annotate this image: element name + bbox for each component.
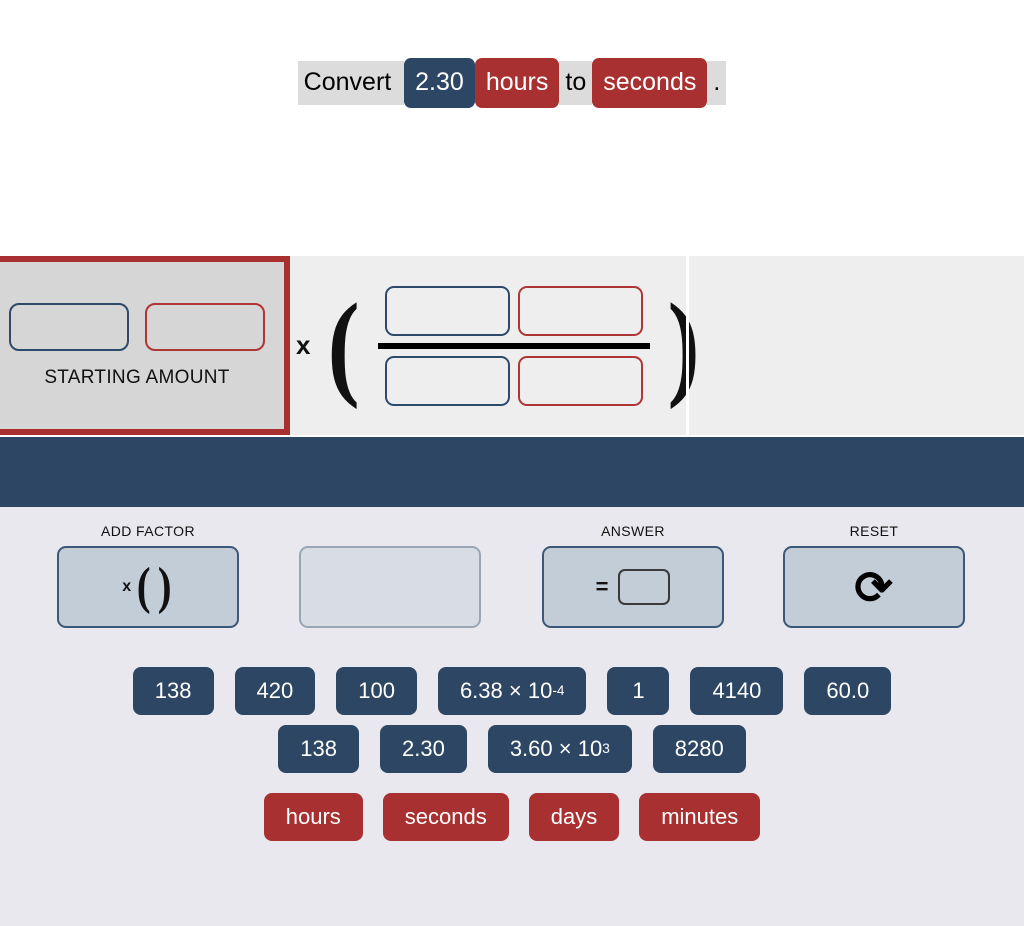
empty-slot-control <box>299 523 481 628</box>
empty-slot-panel[interactable] <box>299 546 481 628</box>
prompt-container: Convert 2.30 hours to seconds . <box>0 58 1024 108</box>
answer-value-box[interactable] <box>618 569 671 605</box>
number-tile-row1-1[interactable]: 420 <box>234 667 316 715</box>
multiplication-sign: x <box>296 330 311 360</box>
reset-label: RESET <box>849 523 899 539</box>
work-area: STARTING AMOUNT x ( ) <box>0 256 1024 435</box>
add-factor-close-paren-icon: ) <box>158 557 173 615</box>
starting-amount-slot-row <box>9 302 265 351</box>
numerator-value-slot[interactable] <box>384 285 510 336</box>
prompt-sentence: Convert 2.30 hours to seconds . <box>297 58 727 108</box>
tool-panel: ADD FACTOR x ( ) ANSWER = RESET ⟲ 138 42… <box>0 507 1024 926</box>
conversion-fraction <box>377 285 650 406</box>
number-tile-row2-2-text: 3.60 × 10 <box>509 736 603 761</box>
number-tile-row1-3-text: 6.38 × 10 <box>459 678 553 703</box>
unit-tile-2[interactable]: days <box>528 793 620 841</box>
prompt-connector-text: to <box>559 61 593 105</box>
prompt-amount-chip: 2.30 <box>404 58 475 108</box>
number-tile-row2-0[interactable]: 138 <box>278 725 359 773</box>
answer-control: ANSWER = <box>542 523 724 628</box>
fraction-bar <box>377 342 650 349</box>
add-factor-label: ADD FACTOR <box>101 523 195 539</box>
number-tile-row1-6[interactable]: 60.0 <box>804 667 892 715</box>
answer-button[interactable]: = <box>542 546 724 628</box>
number-tile-row1-2[interactable]: 100 <box>336 667 417 715</box>
fraction-denominator-row <box>384 355 643 406</box>
add-factor-button[interactable]: x ( ) <box>57 546 239 628</box>
starting-amount-value-slot[interactable] <box>9 302 129 351</box>
unit-tile-1[interactable]: seconds <box>382 793 509 841</box>
equals-sign-icon: = <box>595 574 609 599</box>
denominator-value-slot[interactable] <box>384 355 510 406</box>
tile-row-units: hours seconds days minutes <box>0 793 1024 841</box>
answer-label: ANSWER <box>601 523 665 539</box>
number-tile-row1-3[interactable]: 6.38 × 10 -4 <box>437 667 587 715</box>
number-tile-row2-3[interactable]: 8280 <box>652 725 746 773</box>
prompt-from-unit-chip: hours <box>474 58 560 108</box>
numerator-unit-slot[interactable] <box>517 285 643 336</box>
conversion-activity-page: Convert 2.30 hours to seconds . STARTING… <box>0 0 1024 926</box>
open-paren-icon: ( <box>328 279 361 411</box>
unit-tile-0[interactable]: hours <box>263 793 363 841</box>
prompt-to-unit-chip: seconds <box>592 58 708 108</box>
reset-button[interactable]: ⟲ <box>783 546 965 628</box>
number-tile-row2-1[interactable]: 2.30 <box>379 725 467 773</box>
undo-arrow-icon: ⟲ <box>854 561 894 613</box>
navy-separator-band <box>0 437 1024 507</box>
number-tile-row1-4[interactable]: 1 <box>607 667 670 715</box>
tile-row-1: 138 420 100 6.38 × 10 -4 1 4140 60.0 <box>0 667 1024 715</box>
reset-control: RESET ⟲ <box>783 523 965 628</box>
unit-tile-3[interactable]: minutes <box>639 793 761 841</box>
work-area-divider <box>686 256 689 435</box>
starting-amount-label: STARTING AMOUNT <box>44 366 230 388</box>
controls-row: ADD FACTOR x ( ) ANSWER = RESET ⟲ <box>0 523 1024 643</box>
prompt-lead-text: Convert <box>297 61 405 105</box>
starting-amount-unit-slot[interactable] <box>145 302 265 351</box>
starting-amount-panel[interactable]: STARTING AMOUNT <box>0 256 290 435</box>
denominator-unit-slot[interactable] <box>517 355 643 406</box>
number-tile-row2-2[interactable]: 3.60 × 10 3 <box>487 725 632 773</box>
close-paren-icon: ) <box>667 279 700 411</box>
conversion-factor-group: x ( ) <box>296 256 703 435</box>
add-factor-control: ADD FACTOR x ( ) <box>57 523 239 628</box>
add-factor-open-paren-icon: ( <box>136 557 151 615</box>
add-factor-multiply-icon: x <box>122 577 132 595</box>
number-tile-row1-5[interactable]: 4140 <box>690 667 784 715</box>
tile-row-2: 138 2.30 3.60 × 10 3 8280 <box>0 725 1024 773</box>
number-tile-row1-0[interactable]: 138 <box>132 667 214 715</box>
fraction-numerator-row <box>384 285 643 336</box>
tile-tray: 138 420 100 6.38 × 10 -4 1 4140 60.0 138 2.30 3.6… <box>0 667 1024 851</box>
add-factor-glyph: x ( ) <box>122 557 174 615</box>
prompt-period-text: . <box>707 61 727 105</box>
